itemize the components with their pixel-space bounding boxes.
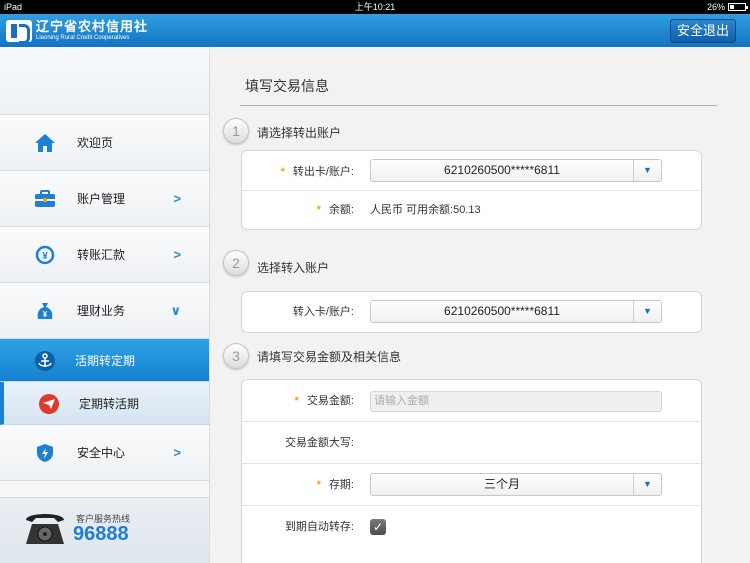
sidebar-top <box>0 47 209 115</box>
sidebar-subitem-current-to-fixed[interactable]: 活期转定期 <box>0 339 209 382</box>
term-value: 三个月 <box>483 477 520 491</box>
sidebar-item-label: 欢迎页 <box>77 136 114 150</box>
sidebar-subitem-fixed-to-current[interactable]: 定期转活期 <box>0 382 209 425</box>
amount-label: 交易金额: <box>306 395 354 407</box>
step-1-title: 请选择转出账户 <box>257 126 342 140</box>
shield-icon <box>37 444 53 462</box>
auto-renew-checkbox[interactable]: ✓ <box>370 519 386 535</box>
amount-input[interactable]: 请输入金额 <box>370 391 662 412</box>
dropdown-arrow-icon: ▼ <box>633 474 661 495</box>
main-content: 填写交易信息 1 请选择转出账户 * 转出卡/账户: 6210260500****… <box>211 47 750 563</box>
incoming-card-select[interactable]: 6210260500*****6811 ▼ <box>370 300 662 323</box>
step-2-title: 选择转入账户 <box>257 261 330 275</box>
sidebar-item-label: 账户管理 <box>77 192 126 206</box>
amount-upper-label: 交易金额大写: <box>284 437 354 449</box>
sidebar-item-account[interactable]: 账户管理 > <box>0 171 209 227</box>
sidebar-item-label: 安全中心 <box>77 446 126 460</box>
sidebar-item-label: 活期转定期 <box>75 353 136 368</box>
chevron-right-icon: > <box>173 247 181 262</box>
status-bar: iPad 上午10:21 26% <box>0 0 750 14</box>
hotline-number[interactable]: 96888 <box>73 523 129 546</box>
briefcase-icon <box>35 190 55 207</box>
step-3-badge: 3 <box>223 343 249 369</box>
outgoing-card-select[interactable]: 6210260500*****6811 ▼ <box>370 159 662 182</box>
sidebar-item-label: 转账汇款 <box>77 248 126 262</box>
customer-hotline[interactable]: 客户服务热线 96888 <box>0 497 209 563</box>
incoming-card-value: 6210260500*****6811 <box>444 304 560 318</box>
logo-subtitle: Liaoning Rural Credit Cooperatives <box>36 35 130 41</box>
dropdown-arrow-icon: ▼ <box>633 301 661 322</box>
sidebar-item-welcome[interactable]: 欢迎页 <box>0 115 209 171</box>
step-1-badge: 1 <box>223 118 249 144</box>
term-label: 存期: <box>328 479 354 491</box>
required-mark: * <box>316 479 321 491</box>
page-title: 填写交易信息 <box>245 78 329 94</box>
incoming-account-panel: 转入卡/账户: 6210260500*****6811 ▼ <box>241 291 702 333</box>
home-icon <box>35 134 55 152</box>
outgoing-card-label: 转出卡/账户: <box>292 166 354 178</box>
battery-percent: 26% <box>706 2 725 12</box>
outgoing-account-panel: * 转出卡/账户: 6210260500*****6811 ▼ * 余额: 人民币 … <box>241 150 702 230</box>
required-mark: * <box>294 395 299 407</box>
logout-button[interactable]: 安全退出 <box>669 19 736 43</box>
auto-renew-label: 到期自动转存: <box>284 521 354 533</box>
telephone-icon <box>26 514 64 544</box>
svg-text:¥: ¥ <box>43 310 48 319</box>
sidebar-item-security[interactable]: 安全中心 > <box>0 425 209 481</box>
logo-mark-icon <box>6 20 32 44</box>
term-select[interactable]: 三个月 ▼ <box>370 473 662 496</box>
required-mark: * <box>280 166 285 178</box>
transaction-info-panel: * 交易金额: 请输入金额 交易金额大写: * 存期: 三个月 ▼ 到期自动转存: … <box>241 379 702 563</box>
battery-fill <box>730 5 734 9</box>
sidebar-item-label: 定期转活期 <box>79 396 140 411</box>
chevron-right-icon: > <box>173 191 181 206</box>
chevron-down-icon: ∨ <box>170 302 181 318</box>
sidebar-item-transfer[interactable]: ¥ 转账汇款 > <box>0 227 209 283</box>
battery-icon <box>728 3 748 11</box>
balance-label: 余额: <box>328 204 354 216</box>
sidebar-item-finance[interactable]: ¥ 理财业务 ∨ <box>0 283 209 339</box>
plane-icon <box>39 394 59 414</box>
dropdown-arrow-icon: ▼ <box>633 160 661 181</box>
required-mark: * <box>316 204 321 216</box>
logo: 辽宁省农村信用社 Liaoning Rural Credit Cooperati… <box>6 18 148 44</box>
outgoing-card-value: 6210260500*****6811 <box>444 163 560 177</box>
balance-value: 人民币 可用余额:50.13 <box>370 204 481 216</box>
step-2-badge: 2 <box>223 250 249 276</box>
logo-title: 辽宁省农村信用社 <box>36 19 149 34</box>
step-3-title: 请填写交易金额及相关信息 <box>257 350 402 364</box>
sidebar: 欢迎页 账户管理 > ¥ 转账汇款 > ¥ 理财业务 ∨ 活期转定期 定期转活期… <box>0 47 210 563</box>
status-time: 上午10:21 <box>354 2 396 12</box>
title-divider <box>240 105 717 106</box>
chevron-right-icon: > <box>173 445 181 460</box>
anchor-icon <box>35 351 55 371</box>
svg-text:¥: ¥ <box>42 251 48 262</box>
money-bag-icon: ¥ <box>37 303 53 319</box>
transfer-icon: ¥ <box>35 245 55 265</box>
sidebar-item-label: 理财业务 <box>77 304 126 318</box>
incoming-card-label: 转入卡/账户: <box>292 306 354 318</box>
app-header: 辽宁省农村信用社 Liaoning Rural Credit Cooperati… <box>0 14 750 47</box>
